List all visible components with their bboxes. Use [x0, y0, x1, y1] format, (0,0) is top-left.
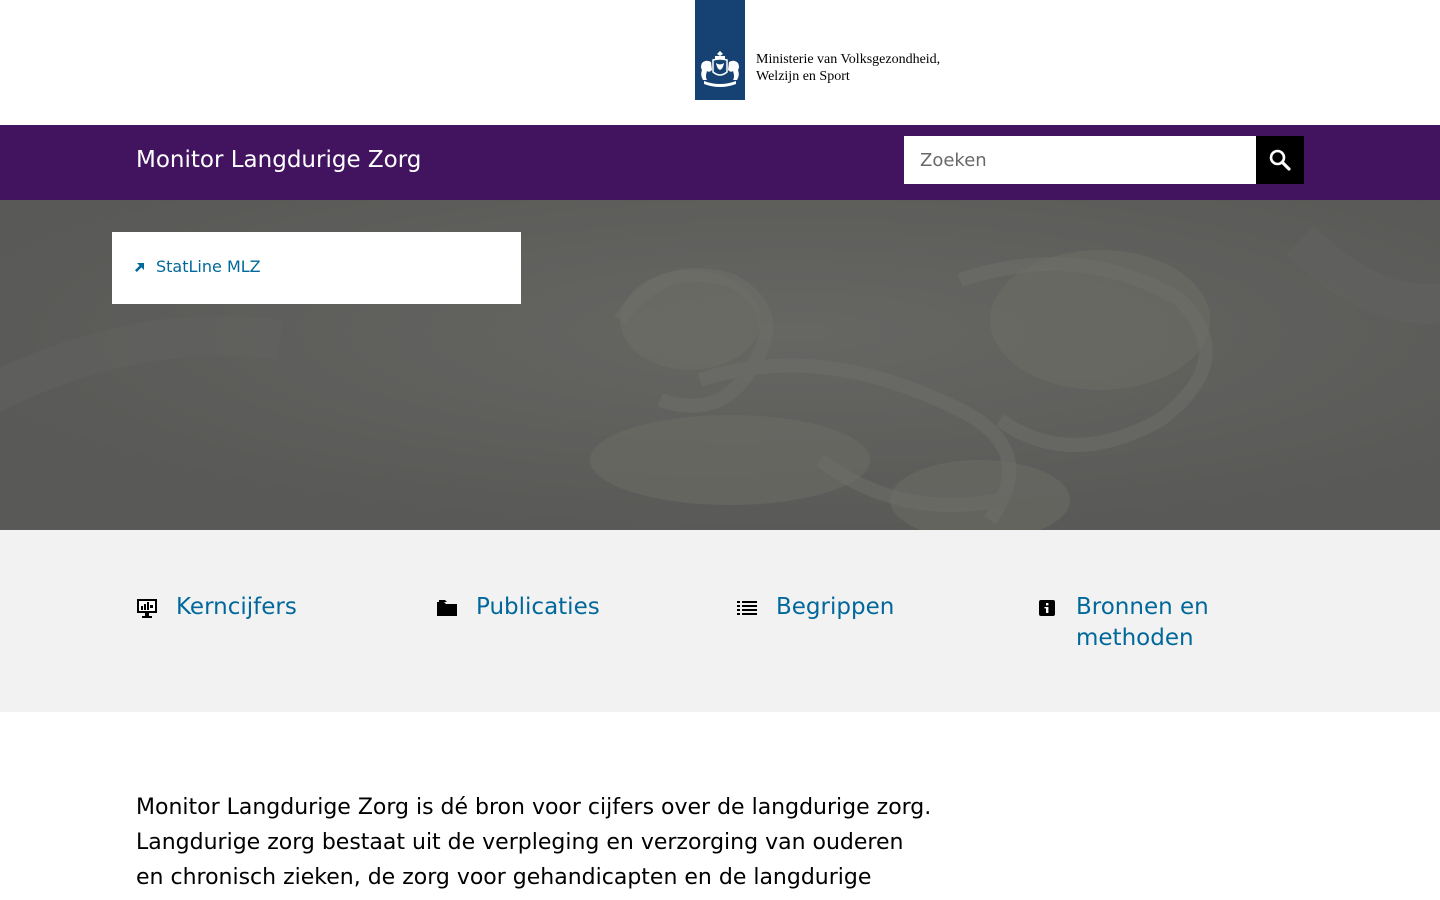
quick-link-label: Bronnen en methoden	[1076, 594, 1209, 651]
statline-mlz-link[interactable]: StatLine MLZ	[134, 257, 261, 276]
hero-card: StatLine MLZ	[112, 232, 521, 304]
site-header-bar: Monitor Langdurige Zorg	[0, 125, 1440, 200]
intro-paragraph: Monitor Langdurige Zorg is dé bron voor …	[136, 795, 932, 890]
folder-icon	[436, 597, 458, 619]
ministry-name-line2: Welzijn en Sport	[756, 69, 850, 84]
ministry-name-line1: Ministerie van Volksgezondheid,	[756, 52, 941, 67]
logo-header: Ministerie van Volksgezondheid, Welzijn …	[0, 0, 1440, 125]
quick-link-publicaties[interactable]: Publicaties	[436, 592, 676, 623]
quick-links-section: Kerncijfers Publicaties Begrippen Bronne…	[0, 530, 1440, 712]
list-icon	[736, 597, 758, 619]
hero-banner: StatLine MLZ	[0, 200, 1440, 530]
quick-link-kerncijfers[interactable]: Kerncijfers	[136, 592, 376, 623]
rijksoverheid-emblem-icon	[701, 51, 739, 87]
search-input[interactable]	[904, 136, 1256, 184]
arrow-up-right-icon	[134, 261, 146, 273]
quick-link-bronnen-en-methoden[interactable]: Bronnen en methoden	[1036, 592, 1276, 654]
info-icon	[1036, 597, 1058, 619]
quick-link-label: Kerncijfers	[176, 594, 297, 620]
search-button[interactable]	[1256, 136, 1304, 184]
quick-link-label: Begrippen	[776, 594, 895, 620]
ministry-name: Ministerie van Volksgezondheid, Welzijn …	[756, 51, 940, 85]
monitor-chart-icon	[136, 597, 158, 619]
search-icon	[1269, 149, 1291, 171]
site-title[interactable]: Monitor Langdurige Zorg	[136, 147, 421, 173]
quick-link-label: Publicaties	[476, 594, 600, 620]
statline-mlz-label: StatLine MLZ	[156, 257, 261, 276]
logo-ribbon	[695, 0, 745, 100]
quick-link-begrippen[interactable]: Begrippen	[736, 592, 976, 623]
